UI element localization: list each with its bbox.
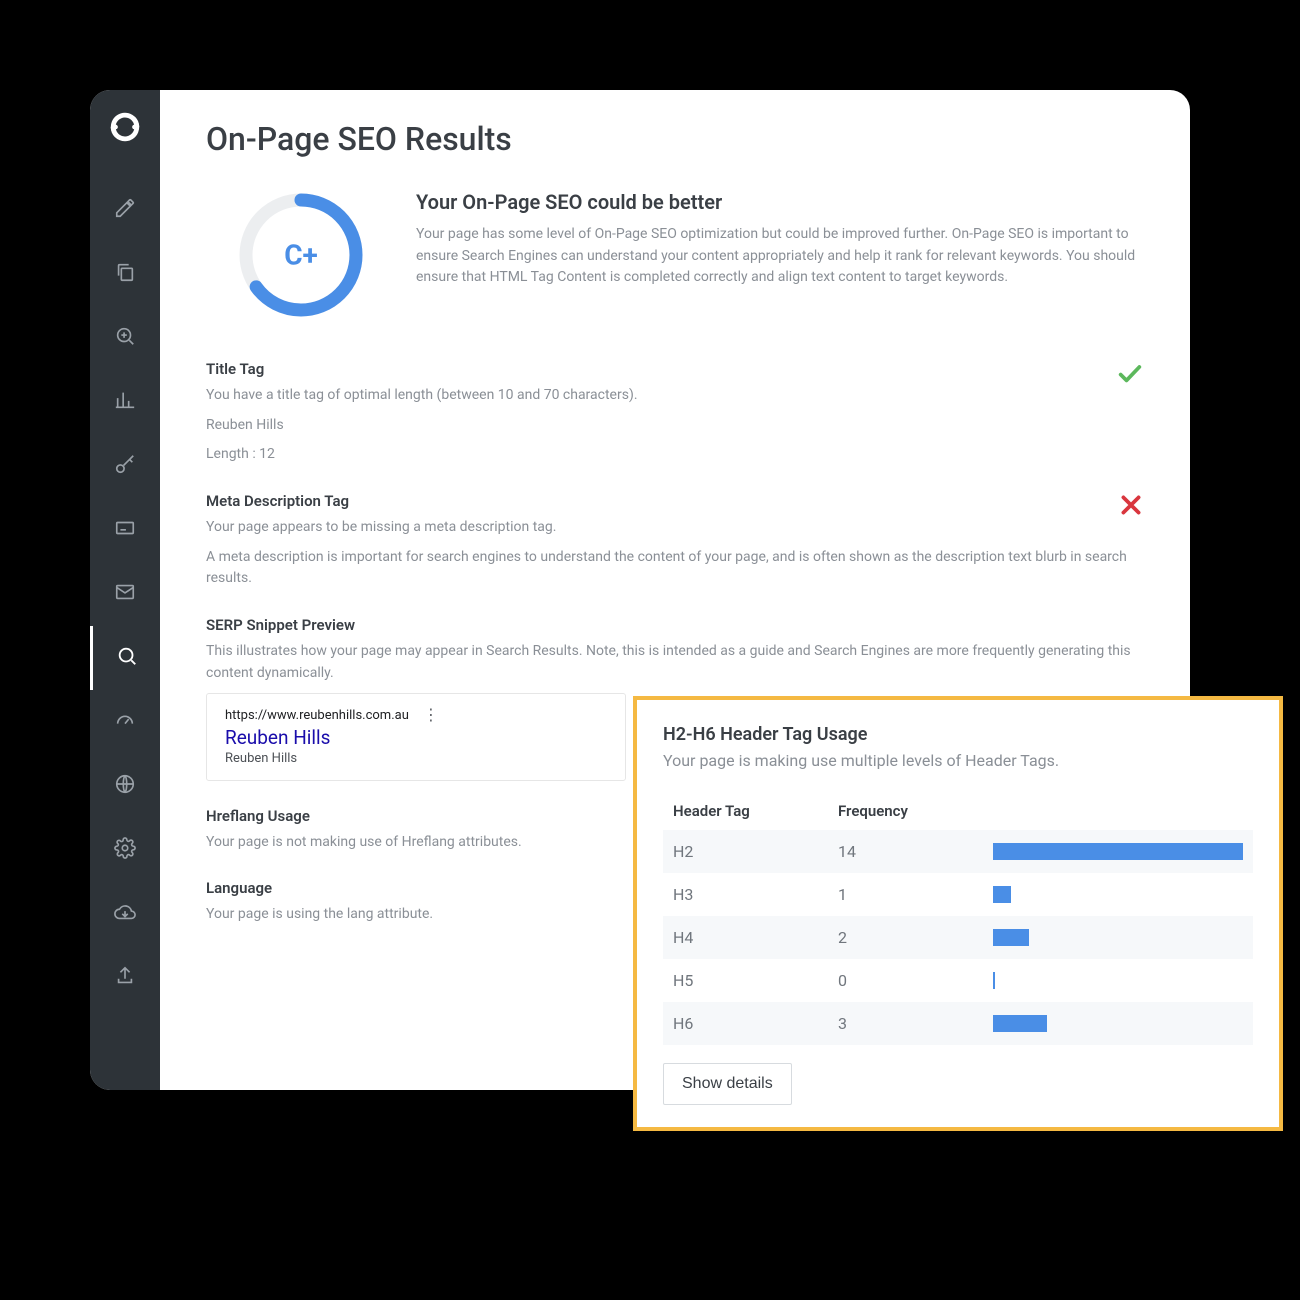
search-icon: [116, 645, 138, 671]
cell-freq: 1: [838, 885, 993, 904]
sidebar-item-mail[interactable]: [90, 562, 160, 626]
frequency-bar: [993, 843, 1243, 860]
serp-label: SERP Snippet Preview: [206, 616, 1144, 634]
score-description: Your page has some level of On-Page SEO …: [416, 224, 1144, 289]
mail-icon: [114, 581, 136, 607]
show-details-button[interactable]: Show details: [663, 1063, 792, 1105]
sidebar-item-card[interactable]: [90, 498, 160, 562]
score-grade: C+: [284, 239, 318, 272]
frequency-bar: [993, 1015, 1047, 1032]
cell-freq: 2: [838, 928, 993, 947]
sidebar-item-speed[interactable]: [90, 690, 160, 754]
table-header: Header Tag Frequency: [663, 792, 1253, 830]
cross-icon: [1118, 492, 1144, 522]
sidebar-item-zoom[interactable]: [90, 306, 160, 370]
serp-title: Reuben Hills: [225, 726, 607, 749]
share-icon: [114, 965, 136, 991]
serp-preview-box: https://www.reubenhills.com.au ⋮ Reuben …: [206, 693, 626, 781]
sidebar-item-search[interactable]: [90, 626, 160, 690]
cell-tag: H6: [673, 1014, 838, 1033]
cell-freq: 3: [838, 1014, 993, 1033]
cloud-download-icon: [114, 901, 136, 927]
table-row: H214: [663, 830, 1253, 873]
copy-icon: [114, 261, 136, 287]
score-heading: Your On-Page SEO could be better: [416, 190, 1144, 214]
edit-icon: [114, 197, 136, 223]
gauge-icon: [114, 709, 136, 735]
header-usage-title: H2-H6 Header Tag Usage: [663, 724, 1253, 745]
title-tag-desc: You have a title tag of optimal length (…: [206, 385, 1144, 407]
sidebar-item-copy[interactable]: [90, 242, 160, 306]
meta-description-section: Meta Description Tag Your page appears t…: [206, 492, 1144, 590]
serp-desc: This illustrates how your page may appea…: [206, 641, 1144, 684]
meta-desc-label: Meta Description Tag: [206, 492, 1144, 510]
title-tag-section: Title Tag You have a title tag of optima…: [206, 360, 1144, 466]
score-text: Your On-Page SEO could be better Your pa…: [416, 190, 1144, 289]
frequency-bar: [993, 972, 995, 989]
serp-url: https://www.reubenhills.com.au ⋮: [225, 708, 607, 723]
table-row: H50: [663, 959, 1253, 1002]
vertical-dots-icon: ⋮: [423, 710, 439, 720]
key-icon: [114, 453, 136, 479]
header-frequency-table: Header Tag Frequency H214H31H42H50H63: [663, 792, 1253, 1045]
cell-tag: H4: [673, 928, 838, 947]
meta-desc-extra: A meta description is important for sear…: [206, 547, 1144, 590]
globe-icon: [114, 773, 136, 799]
sidebar-item-download[interactable]: [90, 882, 160, 946]
title-tag-label: Title Tag: [206, 360, 1144, 378]
header-usage-desc: Your page is making use multiple levels …: [663, 751, 1253, 770]
cell-tag: H5: [673, 971, 838, 990]
table-row: H63: [663, 1002, 1253, 1045]
sidebar-item-key[interactable]: [90, 434, 160, 498]
sidebar-item-share[interactable]: [90, 946, 160, 1010]
cell-freq: 14: [838, 842, 993, 861]
header-tag-usage-card: H2-H6 Header Tag Usage Your page is maki…: [633, 696, 1283, 1131]
score-summary: C+ Your On-Page SEO could be better Your…: [206, 190, 1144, 320]
score-ring: C+: [236, 190, 366, 320]
col-header-freq: Frequency: [838, 802, 993, 820]
title-tag-length: Length : 12: [206, 444, 1144, 466]
bar-chart-icon: [114, 389, 136, 415]
check-icon: [1116, 360, 1144, 392]
zoom-in-icon: [114, 325, 136, 351]
cell-tag: H3: [673, 885, 838, 904]
cell-freq: 0: [838, 971, 993, 990]
card-icon: [114, 517, 136, 543]
frequency-bar: [993, 886, 1011, 903]
cell-tag: H2: [673, 842, 838, 861]
meta-desc-desc: Your page appears to be missing a meta d…: [206, 517, 1144, 539]
sidebar-item-settings[interactable]: [90, 818, 160, 882]
sidebar-item-edit[interactable]: [90, 178, 160, 242]
app-logo-icon: [106, 108, 144, 150]
table-row: H42: [663, 916, 1253, 959]
serp-url-text: https://www.reubenhills.com.au: [225, 708, 409, 723]
page-title: On-Page SEO Results: [206, 120, 1144, 158]
sidebar-item-globe[interactable]: [90, 754, 160, 818]
gear-icon: [114, 837, 136, 863]
serp-snippet: Reuben Hills: [225, 751, 607, 766]
sidebar: [90, 90, 160, 1090]
col-header-tag: Header Tag: [673, 802, 838, 820]
table-row: H31: [663, 873, 1253, 916]
frequency-bar: [993, 929, 1029, 946]
sidebar-item-chart[interactable]: [90, 370, 160, 434]
title-tag-value: Reuben Hills: [206, 415, 1144, 437]
